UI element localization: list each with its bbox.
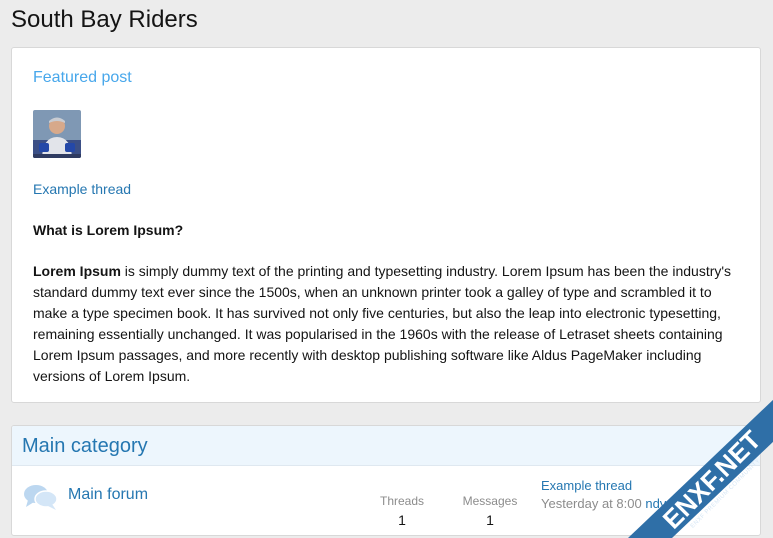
latest-post: Example thread Yesterday at 8:00 ndy xyxy=(541,478,666,511)
latest-post-user-link[interactable]: ndy xyxy=(645,496,666,511)
avatar[interactable] xyxy=(33,110,81,158)
category-block: Main category Main forum Threads 1 Messa… xyxy=(11,425,761,536)
post-question: What is Lorem Ipsum? xyxy=(33,222,184,238)
featured-heading: Featured post xyxy=(33,69,132,86)
featured-thread-link[interactable]: Example thread xyxy=(33,181,131,197)
avatar-image xyxy=(33,110,81,158)
post-body-lead: Lorem Ipsum xyxy=(33,263,121,279)
category-title-link[interactable]: Main category xyxy=(22,435,148,457)
post-body: Lorem Ipsum is simply dummy text of the … xyxy=(33,261,748,387)
forum-title-link[interactable]: Main forum xyxy=(68,486,148,504)
latest-post-time: Yesterday at 8:00 xyxy=(541,496,642,511)
featured-post-block: Featured post Example thread What is Lor… xyxy=(11,47,761,403)
threads-label: Threads xyxy=(379,494,425,508)
page-title: South Bay Riders xyxy=(11,6,198,33)
messages-stat: Messages 1 xyxy=(455,494,525,528)
messages-label: Messages xyxy=(462,494,518,508)
threads-stat: Threads 1 xyxy=(367,494,437,528)
forum-chat-bubbles-icon xyxy=(23,483,59,511)
category-header: Main category xyxy=(12,426,760,466)
threads-count: 1 xyxy=(398,512,406,528)
post-body-text: is simply dummy text of the printing and… xyxy=(33,263,732,384)
messages-count: 1 xyxy=(486,512,494,528)
forum-row: Main forum Threads 1 Messages 1 Example … xyxy=(12,466,760,535)
latest-post-meta: Yesterday at 8:00 ndy xyxy=(541,496,666,511)
latest-thread-link[interactable]: Example thread xyxy=(541,478,666,493)
